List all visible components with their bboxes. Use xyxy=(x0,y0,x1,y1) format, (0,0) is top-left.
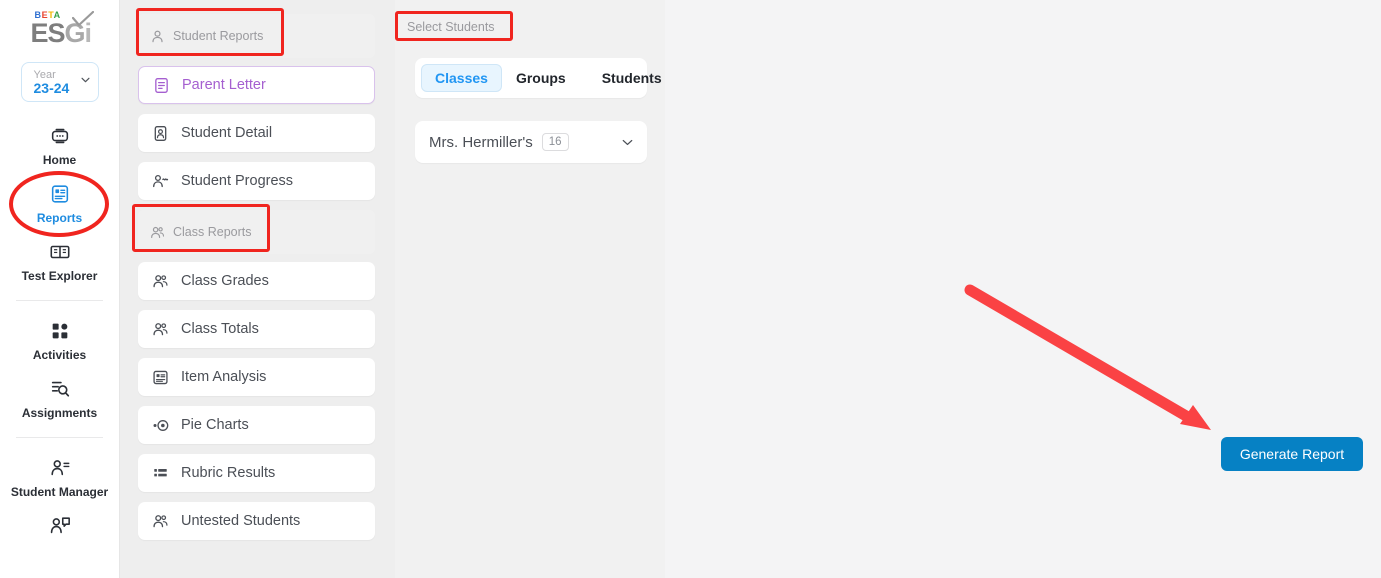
sidebar-item-student-manager[interactable]: Student Manager xyxy=(0,448,119,506)
analysis-icon xyxy=(153,370,168,384)
sidebar: BETA ESGi Year 23-24 Home Reports Test E… xyxy=(0,0,120,578)
student-card-icon xyxy=(154,125,167,141)
reports-panel: Student Reports Parent Letter Student De… xyxy=(120,0,395,578)
class-dropdown-count: 16 xyxy=(541,133,569,151)
report-item-rubric-results[interactable]: Rubric Results xyxy=(138,454,375,492)
report-item-label: Parent Letter xyxy=(182,77,266,93)
report-item-label: Class Grades xyxy=(181,273,269,289)
student-reports-header-label: Student Reports xyxy=(173,29,264,43)
report-item-label: Rubric Results xyxy=(181,465,276,481)
select-students-header-label: Select Students xyxy=(407,20,495,34)
checkmark-icon xyxy=(71,11,94,27)
sidebar-item-label: Home xyxy=(42,153,77,167)
generate-report-button[interactable]: Generate Report xyxy=(1221,437,1363,471)
people-icon xyxy=(153,322,168,335)
student-reports-list: Parent Letter Student Detail Student Pro… xyxy=(120,66,395,200)
student-reports-header: Student Reports xyxy=(136,8,375,58)
sidebar-item-home[interactable]: Home xyxy=(0,116,119,174)
people-icon xyxy=(153,274,168,287)
home-icon xyxy=(51,128,68,144)
report-item-label: Class Totals xyxy=(181,321,259,337)
person-icon xyxy=(152,30,163,42)
main-content-area: Generate Report xyxy=(665,0,1381,578)
report-item-parent-letter[interactable]: Parent Letter xyxy=(138,66,375,104)
sidebar-item-label: Assignments xyxy=(21,406,98,420)
report-item-untested-students[interactable]: Untested Students xyxy=(138,502,375,540)
tab-classes[interactable]: Classes xyxy=(421,64,502,92)
people-icon xyxy=(153,514,168,527)
sidebar-divider xyxy=(16,300,103,301)
pie-chart-icon xyxy=(153,419,169,431)
chevron-down-icon xyxy=(80,77,90,83)
reports-icon xyxy=(51,185,68,203)
sidebar-item-label: Reports xyxy=(36,211,83,225)
sidebar-item-label: Activities xyxy=(32,348,87,362)
sidebar-divider xyxy=(16,437,103,438)
report-item-pie-charts[interactable]: Pie Charts xyxy=(138,406,375,444)
report-item-label: Pie Charts xyxy=(181,417,249,433)
report-item-class-totals[interactable]: Class Totals xyxy=(138,310,375,348)
class-dropdown-name: Mrs. Hermiller's xyxy=(429,133,533,151)
chevron-down-icon xyxy=(622,139,633,145)
tab-groups[interactable]: Groups xyxy=(502,64,580,92)
app-logo: BETA ESGi xyxy=(0,0,119,50)
sidebar-item-test-explorer[interactable]: Test Explorer xyxy=(0,232,119,290)
year-selector[interactable]: Year 23-24 xyxy=(20,62,99,102)
select-students-panel: Select Students Classes Groups Students … xyxy=(395,0,665,578)
app-root: BETA ESGi Year 23-24 Home Reports Test E… xyxy=(0,0,1381,578)
person-progress-icon xyxy=(153,174,169,187)
class-dropdown[interactable]: Mrs. Hermiller's 16 xyxy=(415,121,647,163)
select-students-header: Select Students xyxy=(395,11,514,41)
sidebar-item-reports[interactable]: Reports xyxy=(0,171,119,237)
grid-icon xyxy=(52,323,67,339)
class-reports-header: Class Reports xyxy=(132,204,375,254)
person-chat-icon xyxy=(50,517,70,534)
tab-students[interactable]: Students xyxy=(588,64,665,92)
report-item-label: Student Progress xyxy=(181,173,294,189)
sidebar-nav: Home Reports Test Explorer Activities As… xyxy=(0,116,119,550)
document-icon xyxy=(155,77,168,93)
report-item-student-progress[interactable]: Student Progress xyxy=(138,162,375,200)
assignment-search-icon xyxy=(51,381,69,397)
sidebar-item-label: Test Explorer xyxy=(21,269,98,283)
report-item-student-detail[interactable]: Student Detail xyxy=(138,114,375,152)
book-icon xyxy=(50,245,69,259)
annotation-arrow xyxy=(964,284,1211,430)
people-icon xyxy=(151,226,165,238)
class-reports-list: Class Grades Class Totals Item Analysis … xyxy=(120,262,395,540)
report-item-label: Untested Students xyxy=(181,513,301,529)
report-item-item-analysis[interactable]: Item Analysis xyxy=(138,358,375,396)
rubric-grid-icon xyxy=(154,468,167,476)
sidebar-item-label: Student Manager xyxy=(10,485,109,499)
sidebar-item-activities[interactable]: Activities xyxy=(0,311,119,369)
person-list-icon xyxy=(50,460,69,476)
class-reports-header-label: Class Reports xyxy=(173,225,252,239)
sidebar-item-parent-conferencer[interactable] xyxy=(0,506,119,550)
report-item-class-grades[interactable]: Class Grades xyxy=(138,262,375,300)
sidebar-item-assignments[interactable]: Assignments xyxy=(0,369,119,427)
report-item-label: Item Analysis xyxy=(181,369,267,385)
report-item-label: Student Detail xyxy=(181,125,273,141)
student-scope-tabs: Classes Groups Students xyxy=(415,58,662,98)
